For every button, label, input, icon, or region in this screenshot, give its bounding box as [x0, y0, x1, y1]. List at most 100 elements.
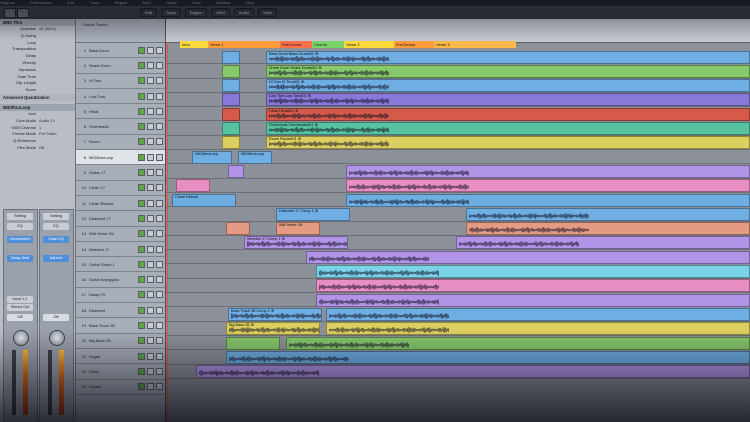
- track-param-row[interactable]: Q-Reference: [0, 138, 75, 145]
- region[interactable]: Bass Drum Bass Drum#01 ⊕: [266, 50, 750, 64]
- record-enable-button[interactable]: [138, 245, 145, 253]
- record-enable-button[interactable]: [138, 153, 145, 161]
- region[interactable]: [176, 179, 210, 193]
- plugin-slot[interactable]: Delay Desi: [7, 255, 33, 262]
- track-inspector-header[interactable]: MIDIthruLoop: [0, 103, 75, 111]
- track-name[interactable]: Overheads: [89, 124, 138, 129]
- volume-fader[interactable]: [12, 350, 16, 415]
- track-name[interactable]: Organ: [89, 354, 138, 359]
- menu-item[interactable]: Region: [115, 0, 128, 5]
- output-selector[interactable]: Stereo Out: [7, 304, 33, 311]
- track-header[interactable]: 14 Weeden 17: [76, 242, 165, 258]
- solo-button[interactable]: [156, 321, 163, 329]
- marker[interactable]: Verse 3: [434, 41, 516, 48]
- record-enable-button[interactable]: [138, 169, 145, 177]
- region[interactable]: [286, 336, 750, 350]
- track-header[interactable]: 18 Distorted: [76, 303, 165, 319]
- param-row[interactable]: Delay: [0, 53, 75, 60]
- param-row[interactable]: Dynamics: [0, 67, 75, 74]
- track-name[interactable]: Clean 17: [89, 185, 138, 190]
- mute-button[interactable]: [147, 199, 154, 207]
- track-name[interactable]: Wid Verse Gtr: [89, 231, 138, 236]
- pan-knob[interactable]: [13, 330, 29, 346]
- solo-button[interactable]: [156, 107, 163, 115]
- record-enable-button[interactable]: [138, 199, 145, 207]
- track-header[interactable]: 11 Clean Reboot: [76, 196, 165, 212]
- region[interactable]: [196, 365, 750, 379]
- track-lane[interactable]: Bass Track 2B Comp 1 ⊕: [166, 306, 750, 322]
- region-inspector-header[interactable]: MIDI Thru: [0, 19, 75, 26]
- region[interactable]: MIDIthruLoop: [238, 150, 272, 164]
- region[interactable]: Hihat Hihat#01 ⊕: [266, 107, 750, 121]
- region[interactable]: Room Room#01 ⊕: [266, 136, 750, 150]
- track-header[interactable]: 7 Room: [76, 135, 165, 151]
- region[interactable]: [326, 322, 750, 336]
- mute-button[interactable]: [147, 260, 154, 268]
- advanced-quantization-disclosure[interactable]: Advanced Quantization: [0, 93, 75, 101]
- region[interactable]: [222, 50, 240, 64]
- region[interactable]: [228, 164, 244, 178]
- track-lane[interactable]: Big Bass 2B ⊕: [166, 321, 750, 336]
- region[interactable]: [222, 122, 240, 135]
- region[interactable]: [456, 236, 750, 250]
- arrange-area[interactable]: Intro Verse 1 PreChorus Chorus Verse 2 PreCho…: [166, 19, 750, 422]
- track-header[interactable]: 19 Bass Track 2B: [76, 318, 165, 334]
- menu-item[interactable]: Help: [246, 0, 254, 5]
- mute-button[interactable]: [147, 230, 154, 238]
- solo-button[interactable]: [156, 92, 163, 100]
- track-name[interactable]: Room: [89, 139, 138, 144]
- region[interactable]: [466, 207, 750, 221]
- region[interactable]: MIDIthruLoop: [192, 150, 232, 164]
- region[interactable]: [316, 279, 750, 293]
- track-lane[interactable]: [166, 364, 750, 379]
- mute-button[interactable]: [147, 276, 154, 284]
- eq-button[interactable]: EQ: [43, 223, 69, 230]
- track-lane[interactable]: [166, 278, 750, 294]
- mute-button[interactable]: [147, 321, 154, 329]
- solo-button[interactable]: [156, 138, 163, 146]
- region[interactable]: [226, 336, 280, 350]
- solo-button[interactable]: [156, 367, 163, 375]
- solo-button[interactable]: [156, 383, 163, 391]
- param-row[interactable]: Clip Length: [0, 80, 75, 87]
- solo-button[interactable]: [156, 169, 163, 177]
- marker[interactable]: Verse 2: [344, 41, 396, 48]
- track-lane[interactable]: [166, 249, 750, 265]
- mute-button[interactable]: [147, 77, 154, 85]
- track-param-row[interactable]: Freeze Mode Pre Fader: [0, 131, 75, 138]
- track-param-row[interactable]: Core Audio Audio 12: [0, 118, 75, 125]
- track-name[interactable]: Piano: [89, 369, 138, 374]
- track-name[interactable]: Hi Tom: [89, 78, 138, 83]
- region[interactable]: [222, 64, 240, 78]
- track-header[interactable]: 10 Clean 17: [76, 181, 165, 196]
- track-lane[interactable]: [166, 335, 750, 351]
- setting-button[interactable]: Setting: [7, 213, 33, 220]
- menu-item[interactable]: Audio: [167, 0, 177, 5]
- tab-region[interactable]: Region: [184, 8, 208, 17]
- mute-button[interactable]: [147, 123, 154, 131]
- track-name[interactable]: Delay FX: [89, 292, 138, 297]
- solo-button[interactable]: [156, 306, 163, 314]
- record-enable-button[interactable]: [138, 138, 145, 146]
- track-header[interactable]: 16 Guitar Arpeggios: [76, 272, 165, 288]
- track-name[interactable]: Snare Drum: [89, 63, 138, 68]
- region[interactable]: Overheads Overheads#01 ⊕: [266, 122, 750, 135]
- track-lane[interactable]: Snare Drum Snare Drum#01 ⊕: [166, 63, 750, 79]
- record-enable-button[interactable]: [138, 337, 145, 345]
- record-enable-button[interactable]: [138, 214, 145, 222]
- track-lane[interactable]: Weeden 17 Comp 1 ⊕: [166, 235, 750, 251]
- setting-button[interactable]: Setting: [43, 213, 69, 220]
- region[interactable]: [316, 265, 750, 278]
- region[interactable]: Bass Track 2B Comp 1 ⊕: [228, 307, 322, 321]
- solo-button[interactable]: [156, 260, 163, 268]
- record-enable-button[interactable]: [138, 77, 145, 85]
- track-name[interactable]: Distorted: [89, 308, 138, 313]
- track-lane[interactable]: [166, 349, 750, 365]
- record-enable-button[interactable]: [138, 61, 145, 69]
- param-row[interactable]: Transposition: [0, 46, 75, 53]
- region[interactable]: [222, 79, 240, 93]
- track-param-row[interactable]: Flex Mode Off: [0, 145, 75, 152]
- mute-button[interactable]: [147, 383, 154, 391]
- mute-button[interactable]: [147, 245, 154, 253]
- menu-item[interactable]: Preferences: [30, 0, 52, 5]
